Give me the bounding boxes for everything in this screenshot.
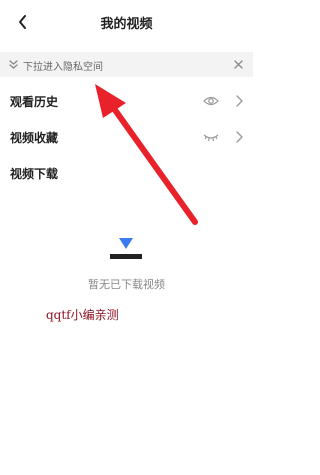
privacy-tip-bar[interactable]: 下拉进入隐私空间 (0, 52, 253, 77)
menu-item-label: 视频下载 (10, 167, 59, 181)
close-icon[interactable] (233, 59, 244, 70)
download-icon (110, 238, 142, 259)
eye-icon (203, 96, 219, 106)
tip-text: 下拉进入隐私空间 (23, 62, 103, 73)
empty-state-text: 暂无已下载视频 (88, 278, 165, 291)
menu-item-watch-history[interactable]: 观看历史 (0, 84, 253, 118)
chevron-right-icon (236, 131, 243, 143)
menu-item-label: 观看历史 (10, 95, 59, 109)
chevron-right-icon (236, 95, 243, 107)
closed-eye-icon (203, 134, 219, 142)
watermark-text: qqtf小编亲测 (46, 308, 119, 322)
menu-item-video-downloads[interactable]: 视频下载 (0, 156, 253, 190)
menu-item-label: 视频收藏 (10, 131, 59, 145)
page-title: 我的视频 (100, 17, 153, 32)
double-chevron-down-icon (9, 60, 18, 69)
top-bar: 我的视频 (0, 0, 253, 46)
my-videos-page: 我的视频 下拉进入隐私空间 观看历史 视频收藏 视频下载 暂无已下载视频 qqt… (0, 0, 253, 475)
menu-item-video-favorites[interactable]: 视频收藏 (0, 120, 253, 154)
